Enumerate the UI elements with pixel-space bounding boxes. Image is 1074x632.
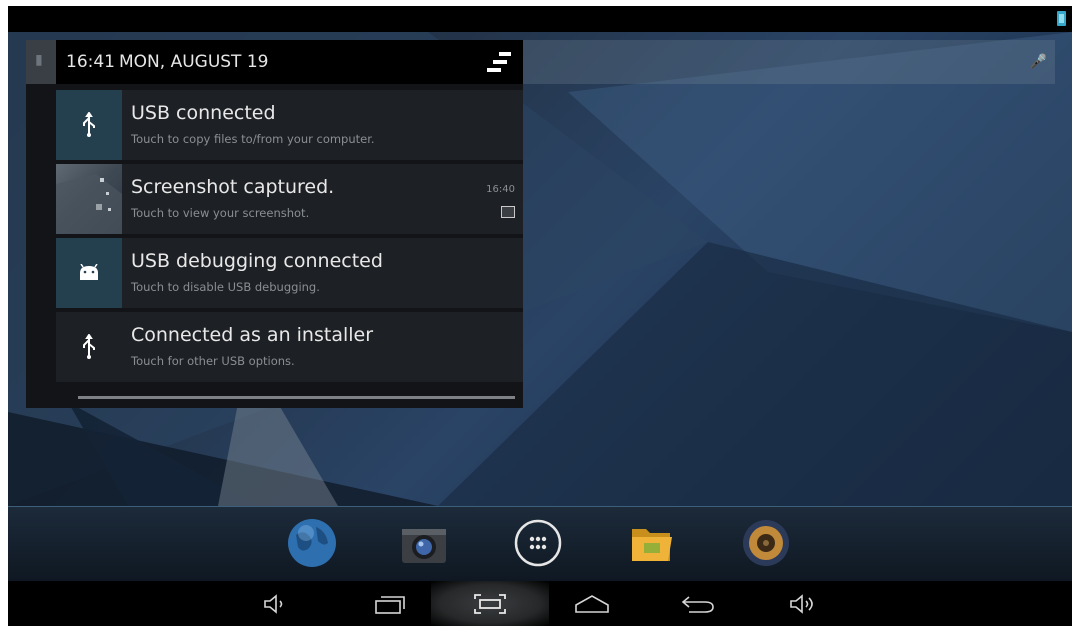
android-debug-icon: [80, 264, 98, 280]
clock-time: 16:41: [66, 52, 115, 72]
shade-header: 16:41 MON, AUGUST 19: [56, 40, 523, 84]
notification-usb-debugging[interactable]: USB debugging connected Touch to disable…: [56, 238, 523, 308]
usb-icon: [83, 112, 95, 137]
music-speaker-icon[interactable]: [740, 517, 792, 569]
volume-down-button[interactable]: [256, 589, 296, 619]
mic-icon[interactable]: 🎤: [1030, 54, 1047, 70]
usb-icon: [83, 334, 95, 359]
notification-title: USB connected: [131, 102, 276, 124]
file-manager-folder-icon[interactable]: [626, 517, 678, 569]
notification-icon-box: [56, 90, 122, 160]
notification-subtitle: Touch to disable USB debugging.: [131, 280, 320, 294]
notification-title: Connected as an installer: [131, 324, 374, 346]
notification-subtitle: Touch to copy files to/from your compute…: [131, 132, 375, 146]
screenshot-button[interactable]: [470, 589, 510, 619]
app-drawer-icon[interactable]: [512, 517, 564, 569]
volume-up-button[interactable]: [784, 589, 824, 619]
shade-drag-handle[interactable]: [78, 396, 515, 399]
camera-icon[interactable]: [398, 517, 450, 569]
notification-subtitle: Touch for other USB options.: [131, 354, 295, 368]
notification-connected-installer[interactable]: Connected as an installer Touch for othe…: [56, 312, 523, 382]
notification-screenshot-captured[interactable]: Screenshot captured. Touch to view your …: [56, 164, 523, 234]
battery-icon: [1057, 11, 1066, 26]
clear-all-notifications-icon[interactable]: [485, 50, 513, 74]
home-button[interactable]: [572, 589, 612, 619]
shade-edge: ▮: [26, 40, 56, 84]
screenshot-thumbnail: [56, 164, 122, 234]
navigation-bar: [8, 581, 1072, 626]
notification-usb-connected[interactable]: USB connected Touch to copy files to/fro…: [56, 90, 523, 160]
screenshot-thumbnail-image: [56, 174, 122, 234]
screenshot-icon: [474, 594, 506, 614]
recent-apps-button[interactable]: [370, 589, 410, 619]
dock: [8, 507, 1072, 581]
recent-apps-icon: [375, 596, 405, 614]
back-button[interactable]: [678, 589, 718, 619]
home-icon: [575, 595, 609, 613]
notification-title: Screenshot captured.: [131, 176, 335, 198]
notification-icon-box: [56, 312, 122, 382]
volume-up-icon: [790, 594, 813, 614]
notification-time: 16:40: [486, 184, 515, 195]
browser-globe-icon[interactable]: [286, 517, 338, 569]
android-screen: 🎤 ▮ 16:41 MON, AUGUST 19 USB connected T…: [8, 6, 1072, 626]
quick-settings-strip[interactable]: 🎤: [523, 40, 1055, 84]
notification-title: USB debugging connected: [131, 250, 383, 272]
notification-shade: ▮ 16:41 MON, AUGUST 19 USB connected Tou…: [26, 40, 523, 408]
notification-icon-box: [56, 238, 122, 308]
battery-small-icon: ▮: [35, 52, 43, 68]
notification-subtitle: Touch to view your screenshot.: [131, 206, 310, 220]
image-icon: [501, 206, 515, 218]
status-bar[interactable]: [8, 6, 1072, 32]
clock-date: MON, AUGUST 19: [119, 52, 269, 72]
back-icon: [681, 596, 714, 613]
volume-down-icon: [264, 594, 283, 614]
notification-icon-box: [56, 164, 122, 234]
